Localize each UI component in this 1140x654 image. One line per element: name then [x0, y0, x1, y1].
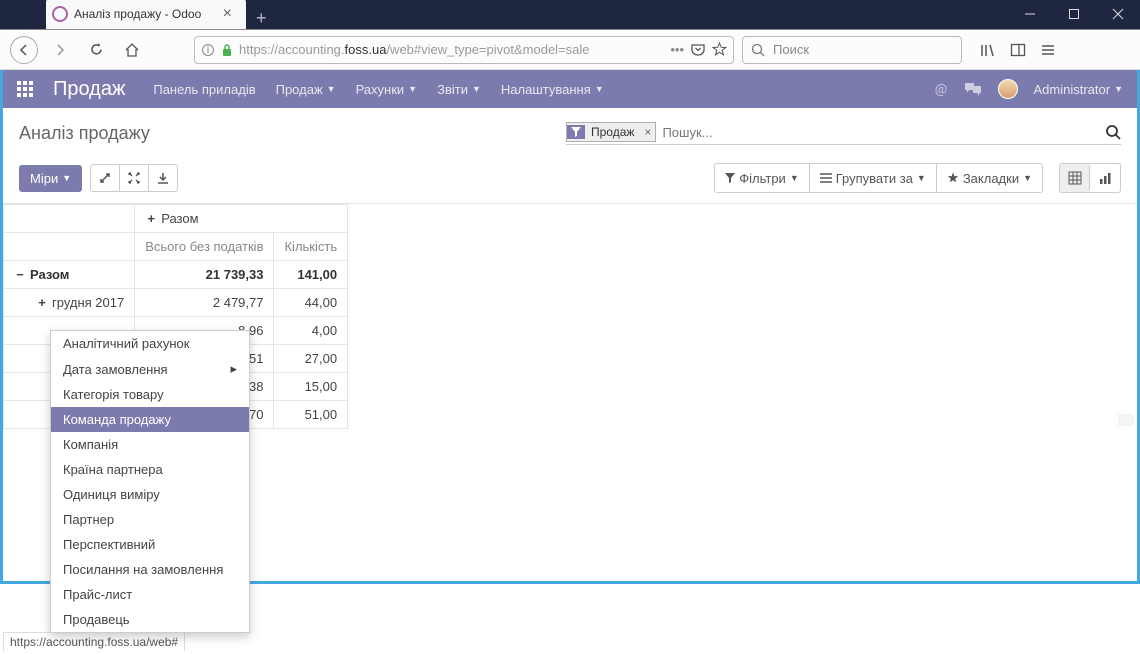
- control-panel: Аналіз продажу Продаж × Міри ▼: [3, 108, 1137, 204]
- apps-icon[interactable]: [17, 81, 33, 97]
- dropdown-item[interactable]: Перспективний: [51, 532, 249, 557]
- url-bar[interactable]: https://accounting.foss.ua/web#view_type…: [194, 36, 734, 64]
- filters-button[interactable]: Фільтри ▼: [714, 163, 809, 193]
- menu-reports[interactable]: Звіти▼: [437, 82, 481, 97]
- pivot-corner: [4, 205, 135, 233]
- search-filter-tag: Продаж ×: [566, 122, 656, 142]
- cell: 4,00: [274, 317, 348, 345]
- search-area[interactable]: Продаж ×: [566, 122, 1121, 145]
- home-button[interactable]: [118, 36, 146, 64]
- cell: 2 479,77: [135, 289, 274, 317]
- dropdown-item[interactable]: Команда продажу: [51, 407, 249, 432]
- browser-search[interactable]: Поиск: [742, 36, 962, 64]
- measure-header-1[interactable]: Всього без податків: [135, 233, 274, 261]
- row-header[interactable]: +грудня 2017: [4, 289, 135, 317]
- download-button[interactable]: [148, 164, 178, 192]
- dropdown-item[interactable]: Одиниця виміру: [51, 482, 249, 507]
- at-icon[interactable]: ＠: [934, 80, 947, 99]
- dropdown-item[interactable]: Прайс-лист: [51, 582, 249, 607]
- scrollbar[interactable]: [1118, 414, 1134, 426]
- col-header-total[interactable]: +Разом: [135, 205, 348, 233]
- cell: 21 739,33: [135, 261, 274, 289]
- odoo-top-menu: Продаж Панель приладів Продаж▼ Рахунки▼ …: [3, 70, 1137, 108]
- bookmark-star-icon[interactable]: [712, 42, 727, 57]
- dropdown-item[interactable]: Категорія товару: [51, 382, 249, 407]
- pivot-view-button[interactable]: [1060, 164, 1090, 192]
- cell: 27,00: [274, 345, 348, 373]
- browser-navbar: https://accounting.foss.ua/web#view_type…: [0, 30, 1140, 70]
- list-icon: [820, 173, 832, 183]
- measure-header-2[interactable]: Кількість: [274, 233, 348, 261]
- dropdown-item[interactable]: Дата замовлення▸: [51, 356, 249, 382]
- dropdown-item[interactable]: Аналітичний рахунок: [51, 331, 249, 356]
- filter-icon: [567, 125, 585, 139]
- submenu-arrow-icon: ▸: [230, 361, 237, 377]
- menu-settings[interactable]: Налаштування▼: [501, 82, 604, 97]
- library-icon[interactable]: [980, 42, 996, 58]
- flip-axis-button[interactable]: [90, 164, 120, 192]
- lock-icon: [221, 43, 233, 57]
- measures-button[interactable]: Міри ▼: [19, 165, 82, 192]
- window-close-button[interactable]: [1096, 0, 1140, 29]
- pocket-icon[interactable]: [690, 43, 706, 57]
- groupby-button[interactable]: Групувати за ▼: [809, 163, 937, 193]
- filter-icon: [725, 173, 735, 183]
- tab-close-icon[interactable]: ×: [219, 5, 236, 23]
- url-text: https://accounting.foss.ua/web#view_type…: [239, 42, 664, 57]
- star-icon: [947, 172, 959, 184]
- groupby-dropdown: Аналітичний рахунок Дата замовлення▸ Кат…: [50, 330, 250, 633]
- sidebar-icon[interactable]: [1010, 42, 1026, 58]
- dropdown-item[interactable]: Компанія: [51, 432, 249, 457]
- cell: 44,00: [274, 289, 348, 317]
- menu-sales[interactable]: Продаж▼: [276, 82, 336, 97]
- app-brand[interactable]: Продаж: [53, 78, 125, 101]
- user-menu[interactable]: Administrator▼: [1034, 82, 1124, 97]
- dropdown-item[interactable]: Країна партнера: [51, 457, 249, 482]
- favorites-button[interactable]: Закладки ▼: [936, 163, 1043, 193]
- search-input[interactable]: [662, 125, 1105, 140]
- back-button[interactable]: [10, 36, 38, 64]
- expand-all-button[interactable]: [119, 164, 149, 192]
- hamburger-icon[interactable]: [1040, 42, 1056, 58]
- avatar-icon: [998, 79, 1018, 99]
- tab-title: Аналіз продажу - Odoo: [74, 7, 213, 21]
- info-icon: [201, 43, 215, 57]
- dropdown-item[interactable]: Партнер: [51, 507, 249, 532]
- window-minimize-button[interactable]: [1008, 0, 1052, 29]
- favicon-icon: [52, 6, 68, 22]
- page-title: Аналіз продажу: [19, 123, 150, 144]
- browser-tabbar: Аналіз продажу - Odoo × +: [0, 0, 1140, 30]
- forward-button[interactable]: [46, 36, 74, 64]
- dropdown-item[interactable]: Продавець: [51, 607, 249, 632]
- menu-dashboard[interactable]: Панель приладів: [153, 82, 255, 97]
- cell: 141,00: [274, 261, 348, 289]
- status-bar: https://accounting.foss.ua/web#: [3, 632, 185, 651]
- dropdown-item[interactable]: Посилання на замовлення: [51, 557, 249, 582]
- search-icon: [751, 43, 765, 57]
- cell: 15,00: [274, 373, 348, 401]
- cell: 51,00: [274, 401, 348, 429]
- browser-tab[interactable]: Аналіз продажу - Odoo ×: [46, 0, 246, 29]
- chat-icon[interactable]: [964, 81, 982, 97]
- menu-invoices[interactable]: Рахунки▼: [356, 82, 418, 97]
- url-more-icon[interactable]: •••: [670, 42, 684, 57]
- search-button[interactable]: [1105, 124, 1121, 140]
- window-maximize-button[interactable]: [1052, 0, 1096, 29]
- search-placeholder: Поиск: [773, 42, 809, 57]
- graph-view-button[interactable]: [1090, 164, 1120, 192]
- tag-remove-icon[interactable]: ×: [640, 125, 655, 139]
- reload-button[interactable]: [82, 36, 110, 64]
- row-header-total[interactable]: −Разом: [4, 261, 135, 289]
- newtab-button[interactable]: +: [246, 8, 277, 29]
